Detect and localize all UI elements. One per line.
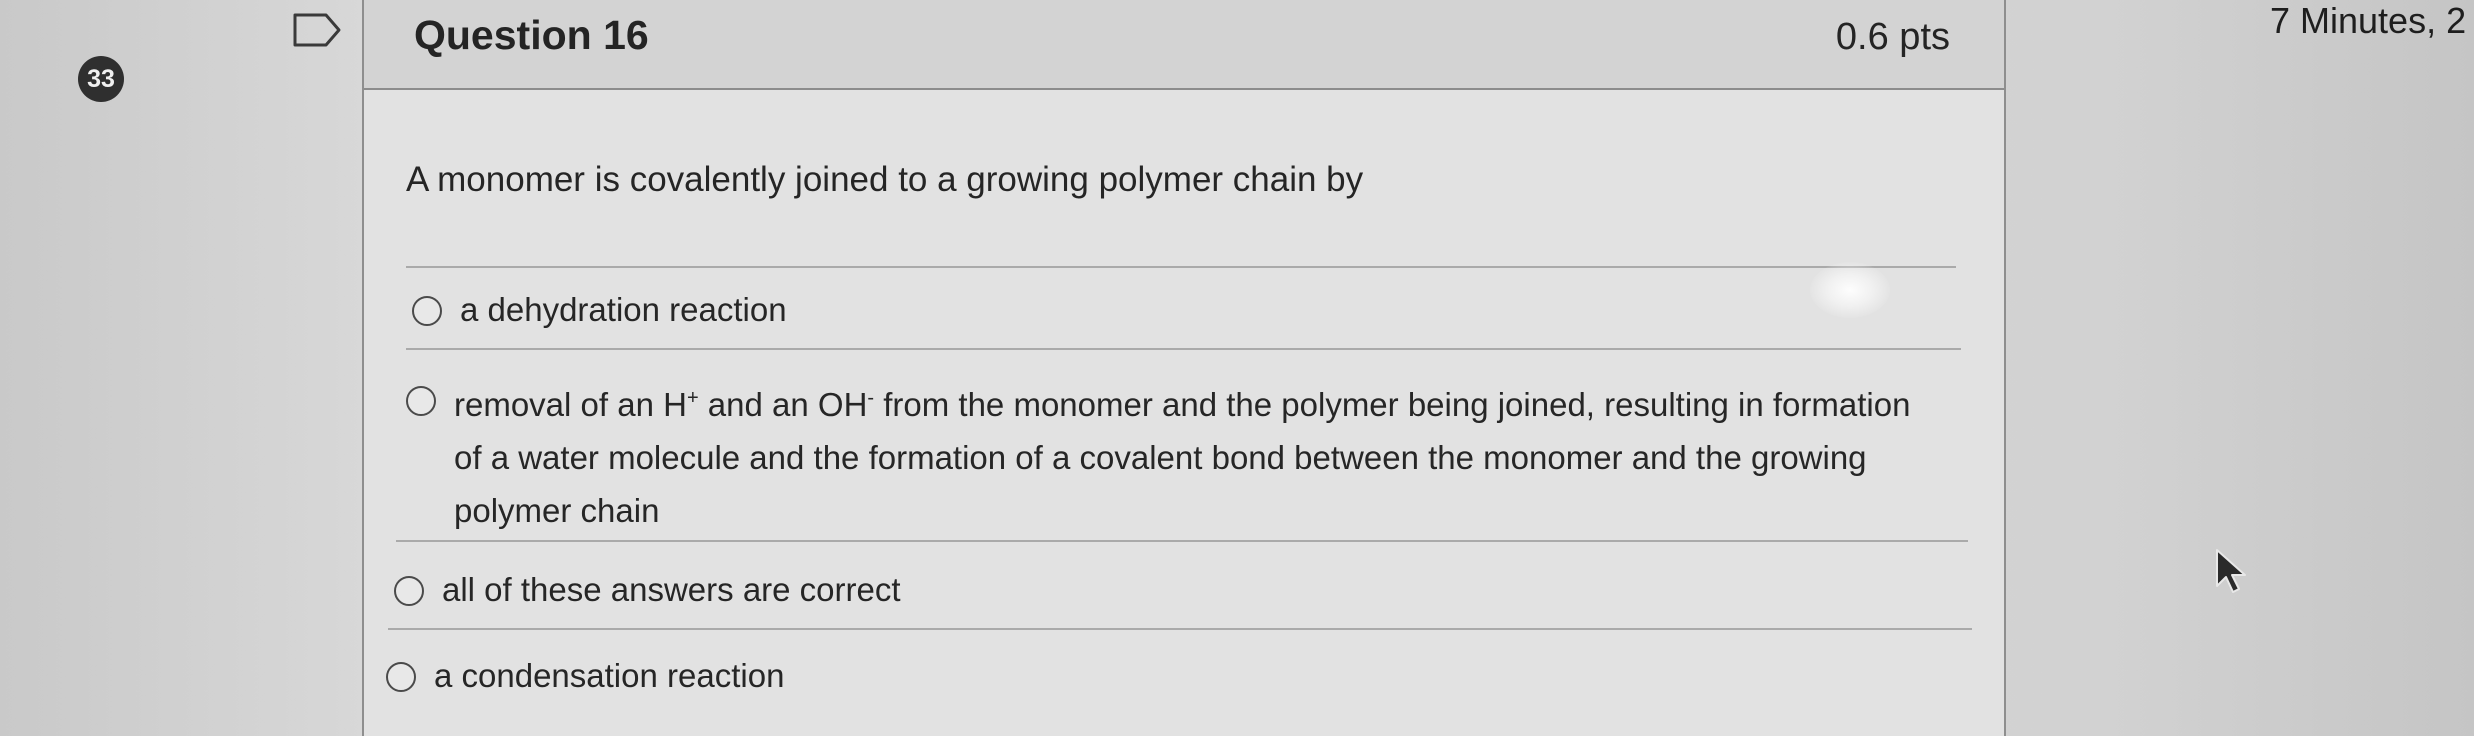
prompt-divider [406,266,1956,268]
mouse-pointer-icon [2216,549,2246,593]
question-card: Question 16 0.6 pts A monomer is covalen… [362,0,2006,736]
answer-option-3[interactable]: all of these answers are correct [394,568,1934,612]
radio-button-icon[interactable] [406,386,436,416]
timer-text: 7 Minutes, 2 [2270,0,2467,41]
answer-divider [388,628,1972,630]
question-prompt: A monomer is covalently joined to a grow… [406,160,1364,199]
question-header: Question 16 0.6 pts [364,0,2004,90]
answer-option-2[interactable]: removal of an H+ and an OH- from the mon… [406,372,1946,537]
answer-label: a dehydration reaction [460,291,787,328]
answer-label: removal of an H+ and an OH- from the mon… [454,372,1946,537]
answer-divider [396,540,1968,542]
question-index-badge[interactable]: 33 [78,56,124,102]
answer-divider [406,348,1961,350]
question-points: 0.6 pts [1835,16,1950,58]
radio-button-icon[interactable] [386,662,416,692]
flag-bookmark-icon[interactable] [292,12,342,48]
question-title: Question 16 [414,12,649,58]
answer-label-part: removal of an H [454,386,687,423]
answer-label: all of these answers are correct [442,571,901,608]
superscript-plus: + [686,387,699,409]
answer-option-1[interactable]: a dehydration reaction [412,288,1952,332]
radio-button-icon[interactable] [394,576,424,606]
screen-glare [1810,262,1890,318]
answer-label-part: and an OH [698,386,868,423]
radio-button-icon[interactable] [412,296,442,326]
answer-label: a condensation reaction [434,657,785,694]
answer-option-4[interactable]: a condensation reaction [386,654,1926,698]
